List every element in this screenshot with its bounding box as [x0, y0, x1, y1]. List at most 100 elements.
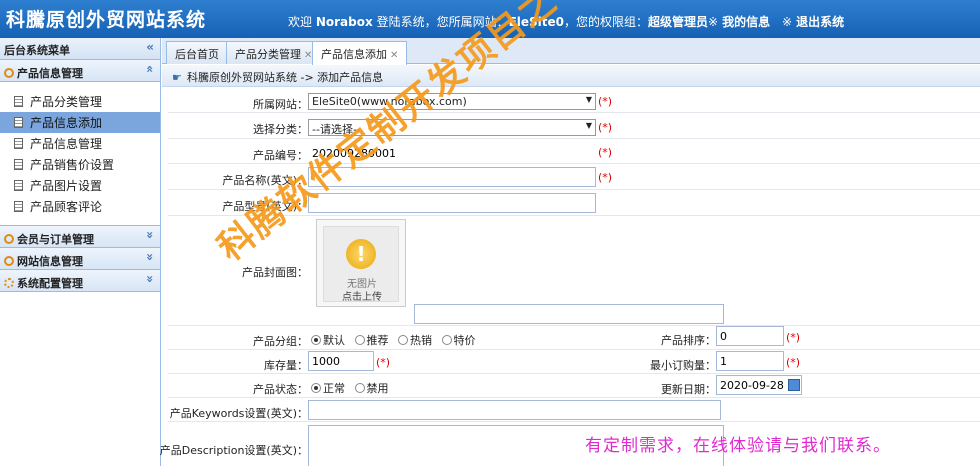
site-label: 所属网站： [253, 98, 308, 111]
keywords-input[interactable] [308, 400, 721, 420]
required-mark: (*) [786, 356, 800, 369]
required-mark: (*) [786, 331, 800, 344]
required-text: (*) [598, 121, 613, 134]
chevron-up-icon: « [143, 65, 158, 73]
username: Norabox [315, 15, 373, 29]
group-option-recommend[interactable]: 推荐 [354, 334, 389, 347]
pointer-hand-icon: ☛ [172, 71, 182, 84]
form-row-stock: 库存量： 1000 (*) 最小订购量： 1 (*) [168, 350, 980, 374]
site-select[interactable]: EleSite0(www.norabox.com) ▼ [308, 93, 596, 110]
sidebar-item-image-setting[interactable]: 产品图片设置 [0, 175, 160, 196]
required-text: (*) [376, 356, 391, 369]
cover-path-input[interactable] [414, 304, 724, 324]
form-row-cover: 产品封面图： [168, 216, 980, 326]
document-icon [14, 117, 23, 128]
sidebar-item-category-manage[interactable]: 产品分类管理 [0, 91, 160, 112]
stock-input[interactable]: 1000 [308, 351, 374, 371]
warning-icon: ! [346, 239, 376, 269]
sidebar-group-site-info[interactable]: 网站信息管理 » [0, 248, 160, 270]
group-option-default[interactable]: 默认 [311, 334, 345, 347]
cover-placeholder: ! 无图片 点击上传 [323, 226, 399, 303]
form-row-name: 产品名称(英文)： (*) [168, 164, 980, 190]
dropdown-arrow-icon: ▼ [585, 121, 592, 130]
sidebar-group-member-order[interactable]: 会员与订单管理 » [0, 226, 160, 248]
my-info-link[interactable]: ※ 我的信息 [708, 13, 770, 30]
required-mark: (*) [598, 95, 612, 108]
form-row-status: 产品状态： 正常 禁用 更新日期： 2020-09-28 [168, 374, 980, 398]
brand-title: 科騰原创外贸网站系统 [6, 9, 207, 31]
code-input[interactable]: 202009280001 [308, 143, 596, 163]
keywords-label: 产品Keywords设置(英文)： [169, 407, 308, 420]
promo-text: 有定制需求，在线体验请与我们联系。 [585, 436, 891, 456]
min-order-label: 最小订购量： [650, 359, 716, 372]
radio-icon [441, 335, 452, 345]
breadcrumb: ☛ 科騰原创外贸网站系统 -> 添加产品信息 [162, 65, 980, 87]
welcome-prefix: 欢迎 [288, 15, 313, 29]
model-input[interactable] [308, 193, 596, 213]
product-add-form: 所属网站： EleSite0(www.norabox.com) ▼ (*) 选择分… [160, 88, 980, 466]
clock-icon [4, 234, 14, 244]
sidebar-item-list: 产品分类管理 产品信息添加 产品信息管理 产品销售价设置 产品图片设置 产品顾客… [0, 82, 160, 226]
welcome-message: 欢迎 Norabox 登陆系统，您所属网站：EleSite0，您的权限组：超级管… [288, 13, 708, 30]
my-info-label: 我的信息 [722, 15, 771, 29]
required-mark: (*) [598, 171, 612, 184]
sidebar-item-price-setting[interactable]: 产品销售价设置 [0, 154, 160, 175]
sidebar-item-label: 产品销售价设置 [30, 158, 115, 172]
tab-bar: 后台首页 产品分类管理 ✕ 产品信息添加 ✕ [162, 38, 980, 65]
status-option-normal[interactable]: 正常 [311, 382, 345, 395]
status-option-disabled[interactable]: 禁用 [354, 382, 389, 395]
tab-label: 后台首页 [175, 48, 219, 61]
required-text: (*) [786, 356, 801, 369]
sidebar-item-label: 产品信息管理 [30, 137, 103, 151]
form-row-code: 产品编号： 202009280001 (*) [168, 139, 980, 164]
radio-icon [311, 335, 321, 345]
document-icon [14, 96, 23, 107]
option-label: 推荐 [366, 334, 389, 347]
close-icon[interactable]: ✕ [390, 50, 398, 61]
form-row-model: 产品型号(英文)： [168, 190, 980, 216]
option-label: 热销 [410, 334, 432, 347]
sidebar-item-product-manage[interactable]: 产品信息管理 [0, 133, 160, 154]
link-star-icon: ※ [782, 15, 793, 29]
chevron-down-icon: » [143, 275, 158, 283]
sort-label: 产品排序： [661, 334, 716, 347]
group-label: 产品分组： [253, 335, 308, 348]
breadcrumb-text: 科騰原创外贸网站系统 -> 添加产品信息 [187, 71, 384, 84]
chevron-down-icon: » [143, 231, 158, 239]
clock-icon [4, 256, 14, 266]
category-select[interactable]: --请选择-- ▼ [308, 119, 596, 136]
chevron-down-icon: » [143, 253, 158, 261]
document-icon [14, 159, 23, 170]
required-text: (*) [786, 331, 801, 344]
cover-upload[interactable]: ! 无图片 点击上传 [316, 219, 406, 307]
radio-icon [398, 335, 408, 345]
role-prefix: ，您的权限组： [564, 15, 649, 29]
tab-home[interactable]: 后台首页 [166, 41, 228, 64]
required-text: (*) [598, 95, 613, 108]
required-text: (*) [598, 171, 613, 184]
sidebar-item-label: 产品分类管理 [30, 95, 103, 109]
calendar-icon[interactable] [788, 379, 800, 391]
radio-icon [354, 335, 365, 345]
group-option-hot[interactable]: 热销 [398, 334, 432, 347]
sort-input[interactable]: 0 [716, 326, 784, 346]
sidebar-group-product[interactable]: 产品信息管理 « [0, 60, 160, 82]
sidebar-item-product-add[interactable]: 产品信息添加 [0, 112, 160, 133]
required-mark: (*) [376, 356, 390, 369]
sidebar-item-reviews[interactable]: 产品顾客评论 [0, 196, 160, 217]
option-label: 默认 [323, 334, 345, 347]
click-upload-text: 点击上传 [342, 292, 382, 303]
group-option-special[interactable]: 特价 [441, 334, 476, 347]
site-name: EleSite0 [508, 15, 565, 29]
min-order-input[interactable]: 1 [716, 351, 784, 371]
name-input[interactable] [308, 167, 596, 187]
collapse-sidebar-icon[interactable]: « [146, 40, 154, 54]
tab-category-manage[interactable]: 产品分类管理 ✕ [226, 41, 322, 64]
cover-label: 产品封面图： [242, 266, 308, 279]
group-label: 产品信息管理 [17, 67, 83, 80]
logout-link[interactable]: ※ 退出系统 [782, 13, 844, 30]
gear-icon [4, 278, 14, 288]
tab-product-add[interactable]: 产品信息添加 ✕ [312, 41, 408, 65]
sidebar-group-system-config[interactable]: 系统配置管理 » [0, 270, 160, 292]
document-icon [14, 180, 23, 191]
